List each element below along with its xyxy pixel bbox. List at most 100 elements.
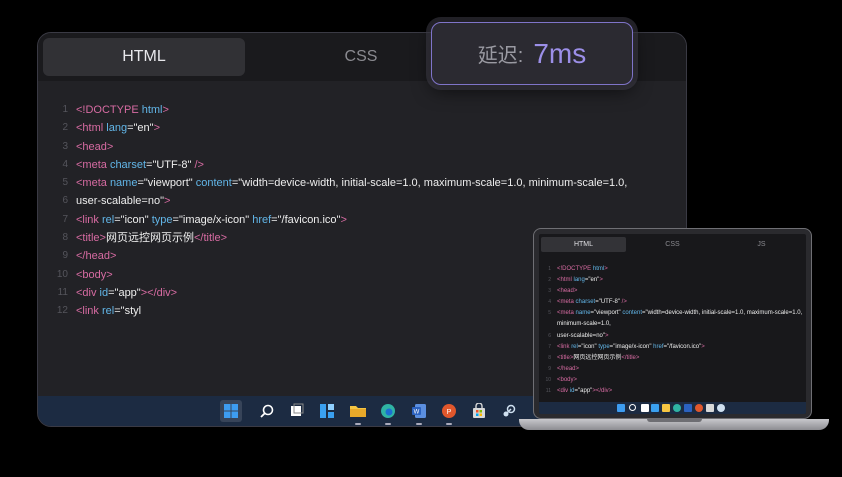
laptop-windows-start-icon[interactable] bbox=[617, 404, 625, 412]
code-line-number: 5 bbox=[62, 177, 68, 189]
code-token-attr: rel bbox=[102, 305, 115, 318]
code-token-tag: <head> bbox=[76, 140, 114, 153]
laptop-code-line-number: 2 bbox=[548, 277, 551, 284]
code-line-content: <div id="app"></div> bbox=[76, 284, 177, 302]
code-line-content: <html lang="en"> bbox=[76, 119, 160, 137]
laptop-word-icon[interactable] bbox=[684, 404, 692, 412]
code-line-number: 7 bbox=[62, 213, 68, 225]
code-token-tag: <link bbox=[76, 213, 102, 226]
code-token-str: minimum-scale=1.0, bbox=[557, 321, 611, 328]
code-token-tag: </title> bbox=[621, 354, 640, 361]
laptop-code-line-number: 9 bbox=[548, 365, 551, 372]
steam-icon[interactable] bbox=[498, 400, 520, 422]
store-icon[interactable] bbox=[468, 400, 490, 422]
code-token-tag: > bbox=[605, 332, 609, 339]
word-icon[interactable]: W bbox=[408, 400, 430, 425]
code-token-tag: </head> bbox=[76, 250, 117, 263]
code-token-tag: <html bbox=[557, 277, 572, 284]
widgets-icon[interactable] bbox=[316, 400, 338, 422]
code-token-str: "icon" bbox=[120, 213, 149, 226]
code-token-attr: type bbox=[598, 343, 610, 350]
powerpoint-icon[interactable]: P bbox=[438, 400, 460, 425]
code-line-number: 6 bbox=[62, 195, 68, 207]
laptop-code-line-content: <html lang="en"> bbox=[557, 275, 603, 286]
laptop-task-view-icon[interactable] bbox=[641, 404, 649, 412]
laptop-store-icon[interactable] bbox=[706, 404, 714, 412]
laptop-code-line-number: 10 bbox=[545, 376, 551, 383]
code-token-tag: <meta bbox=[557, 299, 576, 306]
laptop-code-line-content: minimum-scale=1.0, bbox=[557, 319, 611, 330]
laptop-tab-html[interactable]: HTML bbox=[541, 237, 626, 252]
code-token-tag: <body> bbox=[557, 376, 578, 383]
laptop-edge-browser-icon[interactable] bbox=[673, 404, 681, 412]
code-token-str: "/favicon.ico" bbox=[277, 213, 341, 226]
laptop-code-line: 10 <body> bbox=[539, 375, 806, 386]
tab-html[interactable]: HTML bbox=[43, 38, 245, 76]
code-token-attr: charset bbox=[575, 299, 596, 306]
code-token-tag: <link bbox=[76, 305, 102, 318]
code-token-attr: content bbox=[622, 310, 643, 317]
code-token-str: "viewport" bbox=[594, 310, 621, 317]
windows-start-icon[interactable] bbox=[220, 400, 242, 422]
code-token-attr: name bbox=[109, 177, 138, 190]
code-line: 6 user-scalable=no"> bbox=[38, 192, 686, 210]
code-token-str: "width=device-width, initial-scale=1.0, … bbox=[238, 177, 628, 190]
code-token-str: "icon" bbox=[581, 343, 597, 350]
code-token-str: "viewport" bbox=[143, 177, 193, 190]
search-icon[interactable] bbox=[256, 400, 278, 422]
laptop-code-line-number: 7 bbox=[548, 343, 551, 350]
code-line: 3 <head> bbox=[38, 138, 686, 156]
code-line: 4 <meta charset="UTF-8" /> bbox=[38, 156, 686, 174]
laptop-code-line: 7 <link rel="icon" type="image/x-icon" hr… bbox=[539, 342, 806, 353]
code-line: 7 <link rel="icon" type="image/x-icon" hr… bbox=[38, 211, 686, 229]
code-token-str: "app" bbox=[578, 388, 593, 395]
laptop-steam-icon[interactable] bbox=[717, 404, 725, 412]
code-token-str: "en" bbox=[588, 277, 600, 284]
laptop-code-line: 1 <!DOCTYPE html> bbox=[539, 264, 806, 275]
code-token-tag: <title> bbox=[557, 354, 574, 361]
code-line: 2 <html lang="en"> bbox=[38, 119, 686, 137]
laptop-code-line-content: <meta name="viewport" content="width=dev… bbox=[557, 308, 802, 319]
code-line-content: <!DOCTYPE html> bbox=[76, 101, 169, 119]
laptop-tab-js[interactable]: JS bbox=[719, 237, 804, 252]
code-token-tag: ></div> bbox=[140, 286, 178, 299]
laptop-search-icon[interactable] bbox=[629, 404, 636, 411]
code-line-content: <head> bbox=[76, 138, 113, 156]
code-line-content: <meta charset="UTF-8" /> bbox=[76, 156, 204, 174]
code-token-tag: </head> bbox=[557, 365, 580, 372]
laptop-device: HTML CSS JS 1 <!DOCTYPE html> 2 <html lang=… bbox=[533, 228, 812, 419]
code-line-number: 3 bbox=[62, 140, 68, 152]
code-token-attr: charset bbox=[109, 158, 147, 171]
laptop-code-line-number: 8 bbox=[548, 354, 551, 361]
code-token-str: "image/x-icon" bbox=[178, 213, 250, 226]
edge-browser-icon[interactable] bbox=[377, 400, 399, 425]
laptop-widgets-icon[interactable] bbox=[651, 404, 659, 412]
code-line: 5 <meta name="viewport" content="width=de… bbox=[38, 174, 686, 192]
code-token-str: "UTF-8" bbox=[598, 299, 620, 306]
laptop-code-line-content: user-scalable=no"> bbox=[557, 331, 609, 342]
code-token-tag: <body> bbox=[76, 268, 113, 281]
task-view-icon[interactable] bbox=[286, 400, 308, 422]
code-token-txt: 网页远控网页示例 bbox=[573, 354, 622, 361]
laptop-code-line-content: <!DOCTYPE html> bbox=[557, 264, 608, 275]
code-token-attr: content bbox=[195, 177, 232, 190]
laptop-tab-css[interactable]: CSS bbox=[630, 237, 715, 252]
svg-text:W: W bbox=[414, 410, 420, 416]
laptop-code-line: 5 <meta name="viewport" content="width=de… bbox=[539, 308, 806, 319]
code-line-number: 1 bbox=[62, 104, 68, 115]
laptop-powerpoint-icon[interactable] bbox=[695, 404, 703, 412]
laptop-code-line-content: </head> bbox=[557, 364, 579, 375]
svg-text:P: P bbox=[447, 409, 452, 416]
file-explorer-icon[interactable] bbox=[347, 400, 369, 425]
code-token-attr: id bbox=[99, 286, 109, 299]
laptop-code-line: 6 user-scalable=no"> bbox=[539, 331, 806, 342]
code-token-attr: lang bbox=[106, 122, 128, 135]
laptop-file-explorer-icon[interactable] bbox=[662, 404, 670, 412]
laptop-code-line-content: <title>网页远控网页示例</title> bbox=[557, 353, 639, 364]
code-token-attr: name bbox=[575, 310, 591, 317]
code-token-tag: <div bbox=[76, 286, 100, 299]
laptop-code-line: minimum-scale=1.0, bbox=[539, 319, 806, 330]
code-token-tag: <link bbox=[557, 343, 572, 350]
code-token-tag: <meta bbox=[76, 158, 110, 171]
code-line-number: 12 bbox=[56, 305, 68, 317]
